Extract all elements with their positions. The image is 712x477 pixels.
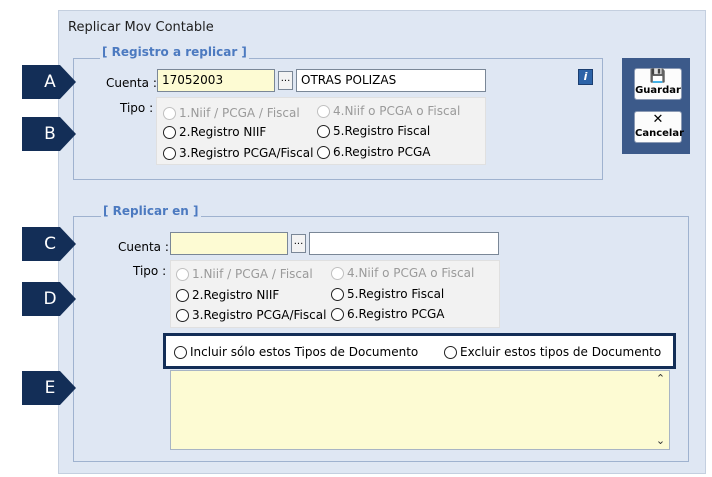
radio-label: 4.Niif o PCGA o Fiscal — [347, 266, 475, 280]
source-cuenta-code-input[interactable]: 17052003 — [157, 69, 275, 92]
target-radio-registro-pcga[interactable]: 6.Registro PCGA — [331, 306, 445, 322]
radio-circle-icon — [163, 106, 176, 120]
radio-circle-icon — [444, 345, 457, 359]
radio-label: 1.Niif / PCGA / Fiscal — [179, 106, 300, 120]
target-radio-niif-o-pcga[interactable]: 4.Niif o PCGA o Fiscal — [331, 265, 474, 281]
source-radio-registro-niif[interactable]: 2.Registro NIIF — [163, 124, 266, 140]
target-cuenta-code-input[interactable] — [170, 232, 288, 255]
callout-a: A — [22, 65, 76, 99]
target-cuenta-name-input[interactable] — [309, 232, 499, 255]
source-radio-niif-pcga-fiscal[interactable]: 1.Niif / PCGA / Fiscal — [163, 105, 300, 121]
target-radio-registro-niif[interactable]: 2.Registro NIIF — [176, 287, 279, 303]
document-types-list[interactable]: ⌃ ⌄ — [170, 370, 670, 450]
info-icon[interactable]: i — [578, 69, 593, 85]
window-title: Replicar Mov Contable — [68, 20, 214, 35]
radio-label: 5.Registro Fiscal — [347, 287, 445, 301]
radio-circle-icon — [176, 267, 189, 281]
source-cuenta-label: Cuenta : — [106, 76, 157, 90]
radio-circle-icon — [317, 145, 330, 159]
radio-circle-icon — [317, 104, 330, 118]
radio-circle-icon — [331, 307, 344, 321]
include-doc-types-radio[interactable]: Incluir sólo estos Tipos de Documento — [174, 344, 418, 360]
close-icon: ✕ — [652, 112, 664, 127]
radio-label: 3.Registro PCGA/Fiscal — [192, 308, 327, 322]
radio-circle-icon — [163, 125, 176, 139]
radio-circle-icon — [163, 146, 176, 160]
target-cuenta-label: Cuenta : — [118, 240, 169, 254]
source-browse-button[interactable]: ... — [278, 71, 293, 90]
floppy-disk-icon: 💾 — [649, 69, 667, 84]
cancel-button-label: Cancelar — [635, 128, 685, 139]
radio-circle-icon — [174, 345, 187, 359]
target-radio-niif-pcga-fiscal[interactable]: 1.Niif / PCGA / Fiscal — [176, 266, 313, 282]
document-list-scrollbar[interactable]: ⌃ ⌄ — [652, 371, 669, 449]
radio-label: 6.Registro PCGA — [347, 307, 445, 321]
source-radio-registro-pcga-fiscal[interactable]: 3.Registro PCGA/Fiscal — [163, 145, 313, 161]
radio-label: 5.Registro Fiscal — [333, 124, 431, 138]
target-browse-button[interactable]: ... — [291, 234, 306, 253]
target-radio-registro-fiscal[interactable]: 5.Registro Fiscal — [331, 286, 444, 302]
radio-label: Excluir estos tipos de Documento — [460, 345, 662, 359]
radio-circle-icon — [331, 287, 344, 301]
callout-d: D — [22, 282, 76, 316]
callout-c-label: C — [44, 234, 56, 254]
radio-circle-icon — [317, 124, 330, 138]
callout-a-label: A — [44, 72, 56, 92]
target-tipo-label: Tipo : — [133, 264, 167, 278]
radio-circle-icon — [331, 266, 344, 280]
target-group-title: [ Replicar en ] — [101, 204, 201, 218]
radio-circle-icon — [176, 288, 189, 302]
callout-e-label: E — [44, 378, 56, 398]
cancel-button[interactable]: ✕ Cancelar — [634, 111, 685, 143]
scroll-down-icon[interactable]: ⌄ — [652, 433, 669, 449]
scroll-up-icon[interactable]: ⌃ — [652, 371, 669, 387]
radio-label: 4.Niif o PCGA o Fiscal — [333, 104, 461, 118]
save-button[interactable]: 💾 Guardar — [634, 68, 682, 100]
callout-c: C — [22, 227, 76, 261]
save-button-label: Guardar — [635, 85, 681, 96]
callout-e: E — [22, 371, 76, 405]
radio-label: 2.Registro NIIF — [179, 125, 267, 139]
radio-label: 3.Registro PCGA/Fiscal — [179, 146, 314, 160]
radio-label: 6.Registro PCGA — [333, 145, 431, 159]
callout-d-label: D — [43, 289, 57, 309]
radio-label: Incluir sólo estos Tipos de Documento — [190, 345, 419, 359]
source-radio-niif-o-pcga[interactable]: 4.Niif o PCGA o Fiscal — [317, 103, 460, 119]
callout-b: B — [22, 117, 76, 151]
exclude-doc-types-radio[interactable]: Excluir estos tipos de Documento — [444, 344, 661, 360]
source-radio-registro-pcga[interactable]: 6.Registro PCGA — [317, 144, 431, 160]
radio-circle-icon — [176, 308, 189, 322]
source-tipo-label: Tipo : — [120, 101, 154, 115]
source-cuenta-name-input[interactable]: OTRAS POLIZAS — [296, 69, 486, 92]
target-radio-registro-pcga-fiscal[interactable]: 3.Registro PCGA/Fiscal — [176, 307, 326, 323]
source-group-title: [ Registro a replicar ] — [100, 45, 249, 59]
source-radio-registro-fiscal[interactable]: 5.Registro Fiscal — [317, 123, 430, 139]
radio-label: 1.Niif / PCGA / Fiscal — [192, 267, 313, 281]
radio-label: 2.Registro NIIF — [192, 288, 280, 302]
callout-b-label: B — [44, 124, 56, 144]
